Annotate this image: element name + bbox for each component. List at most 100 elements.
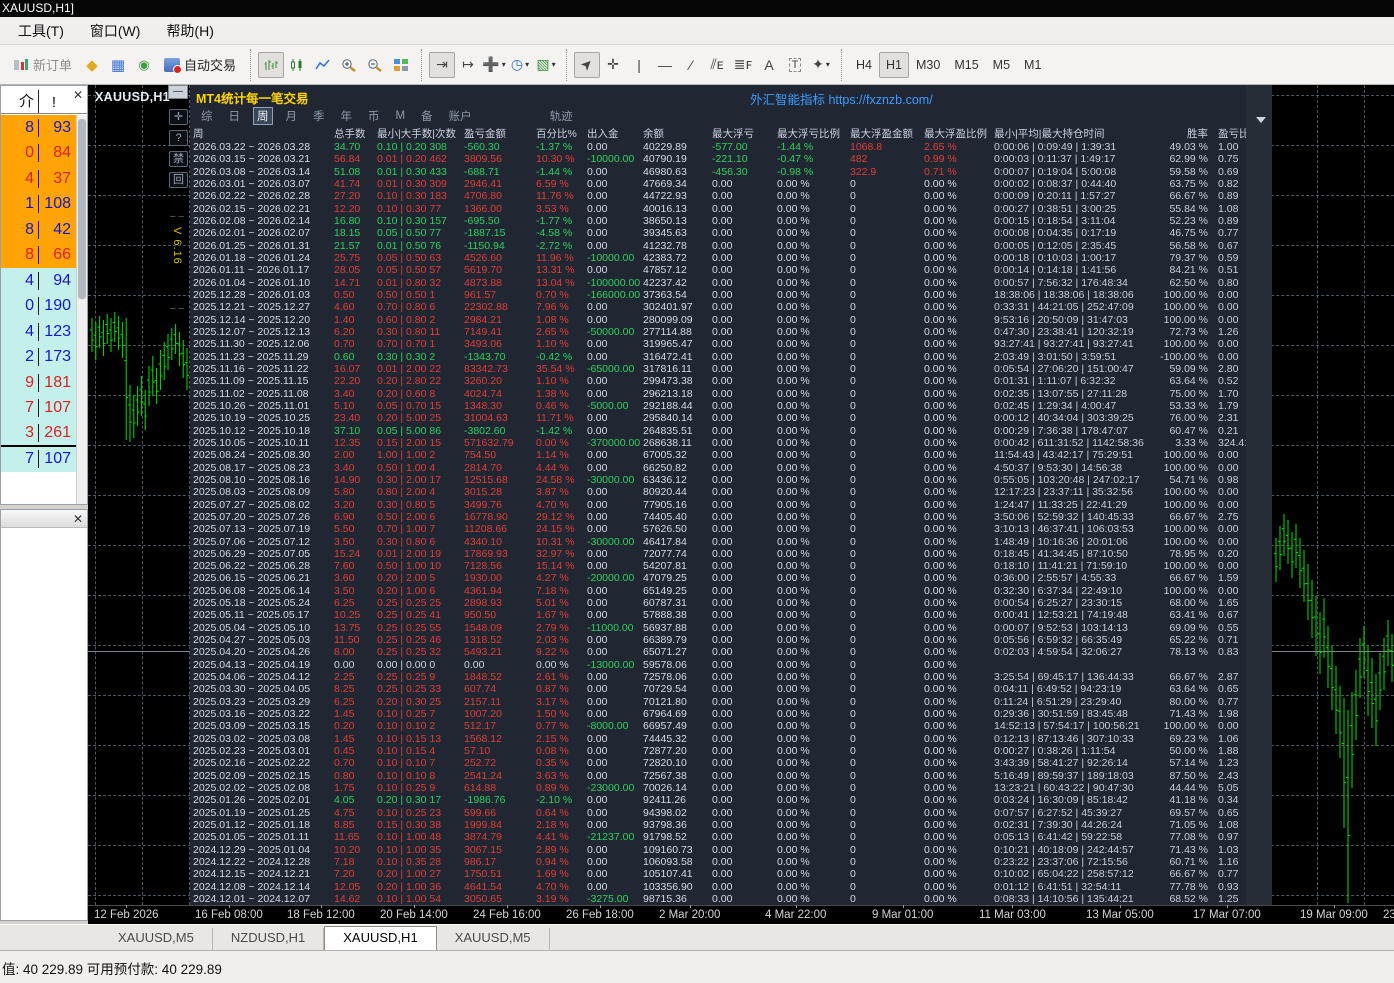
fibonacci-icon[interactable]: ≣ꜰ bbox=[730, 52, 756, 78]
vertical-line-icon[interactable]: | bbox=[626, 52, 652, 78]
stats-cell: 109160.73 bbox=[643, 843, 693, 856]
stats-cell: 2541.24 bbox=[464, 769, 502, 782]
new-order-label: 新订单 bbox=[33, 58, 73, 73]
market-watch-close-icon[interactable]: ✕ bbox=[71, 88, 85, 102]
strip-button-0[interactable]: ✛ bbox=[169, 109, 188, 125]
stats-cell: 0 bbox=[850, 276, 856, 289]
history-center-icon[interactable]: ▦ bbox=[105, 52, 131, 78]
market-watch-scrollbar[interactable] bbox=[76, 115, 87, 504]
menu-item[interactable]: 窗口(W) bbox=[90, 21, 141, 41]
stats-cell: 0.00 bbox=[712, 190, 733, 203]
stats-scroll-strip[interactable] bbox=[1246, 85, 1272, 905]
chart-tab-3[interactable]: XAUUSD,M5 bbox=[437, 928, 550, 950]
auto-scroll-icon[interactable]: ⇥ bbox=[429, 51, 456, 78]
market-watch-row[interactable]: 3 261 bbox=[1, 421, 76, 447]
stats-tab-月[interactable]: 月 bbox=[283, 108, 301, 124]
stats-cell: 0.00 % bbox=[777, 325, 810, 338]
stats-cell: 0.30 | 0.80 6 bbox=[377, 535, 436, 548]
chart-symbol-label: XAUUSD,H1 bbox=[95, 90, 170, 104]
chart-line-icon[interactable] bbox=[310, 52, 336, 78]
strip-button-2[interactable]: 禁 bbox=[169, 151, 188, 167]
channel-icon[interactable]: ⫽ᴇ bbox=[704, 52, 730, 78]
cursor-icon[interactable]: ➤ bbox=[574, 51, 601, 78]
new-order-button[interactable]: 新订单 bbox=[6, 51, 79, 79]
stats-cell: 0.71 % bbox=[924, 165, 957, 178]
indicators-add-icon[interactable]: ➕ ▾ bbox=[481, 52, 507, 78]
zoom-in-icon[interactable] bbox=[336, 52, 362, 78]
panel-minimize-button[interactable]: — bbox=[168, 85, 188, 99]
stats-cell: 0 bbox=[850, 880, 856, 893]
market-watch-row[interactable]: 7 107 bbox=[1, 395, 76, 421]
stats-tab-轨迹[interactable]: 轨迹 bbox=[547, 108, 576, 124]
horizontal-line-icon[interactable]: — bbox=[652, 52, 678, 78]
market-watch-row[interactable]: 8 93 bbox=[1, 115, 76, 141]
market-watch-row[interactable]: 2 173 bbox=[1, 344, 76, 370]
label-icon[interactable]: T bbox=[782, 52, 808, 78]
stats-cell: 71.43 % bbox=[1169, 708, 1208, 721]
chart-tab-2[interactable]: XAUUSD,H1 bbox=[324, 926, 437, 950]
chart-bars-icon[interactable] bbox=[258, 51, 285, 78]
market-watch-row[interactable]: 4 37 bbox=[1, 166, 76, 192]
stats-cell: 0:10:21 | 40:18:09 | 242:44:57 bbox=[994, 843, 1134, 856]
chart-shift-icon[interactable]: ↦ bbox=[455, 52, 481, 78]
timeframe-m15[interactable]: M15 bbox=[947, 52, 985, 78]
market-watch-row[interactable]: 4 123 bbox=[1, 319, 76, 345]
stats-cell: 0:01:31 | 1:11:07 | 6:32:32 bbox=[994, 375, 1116, 388]
templates-icon[interactable]: ▧ ▾ bbox=[533, 52, 559, 78]
chart-tab-0[interactable]: XAUUSD,M5 bbox=[100, 928, 213, 950]
timeframe-m30[interactable]: M30 bbox=[909, 52, 947, 78]
market-watch-row[interactable]: 9 181 bbox=[1, 370, 76, 396]
strip-button-1[interactable]: ? bbox=[169, 130, 188, 146]
stats-cell: 0 bbox=[850, 646, 856, 659]
symbols-icon[interactable]: ◆ bbox=[79, 52, 105, 78]
stats-cell: 7.18 % bbox=[536, 584, 569, 597]
scrollbar-thumb[interactable] bbox=[78, 119, 86, 299]
shapes-icon[interactable]: ✦ ▾ bbox=[808, 52, 834, 78]
stats-tab-年[interactable]: 年 bbox=[338, 108, 356, 124]
stats-cell: 295840.14 bbox=[643, 412, 693, 425]
market-watch-row[interactable]: 1 108 bbox=[1, 191, 76, 217]
market-watch-row[interactable]: 8 42 bbox=[1, 217, 76, 243]
stats-tab-币[interactable]: 币 bbox=[365, 108, 383, 124]
secondary-panel-close-icon[interactable]: ✕ bbox=[71, 512, 85, 526]
stats-cell: 0.00 bbox=[712, 671, 733, 684]
stats-brand-link[interactable]: 外汇智能指标 https://fxznzb.com/ bbox=[750, 89, 933, 108]
menu-item[interactable]: 工具(T) bbox=[18, 21, 64, 41]
stats-row: 2025.01.05 ~ 2025.01.11 11.65 0.10 | 1.00 … bbox=[193, 831, 1246, 843]
market-watch-row[interactable]: 7 107 bbox=[1, 446, 76, 472]
stats-tab-账户[interactable]: 账户 bbox=[446, 108, 475, 124]
stats-tab-M[interactable]: M bbox=[393, 110, 409, 122]
stats-cell: 0.00 bbox=[1218, 560, 1239, 573]
trendline-icon[interactable]: ∕ bbox=[678, 52, 704, 78]
chart-candles-icon[interactable] bbox=[284, 52, 310, 78]
stats-cell: 0.00 bbox=[587, 264, 608, 277]
timeframe-m5[interactable]: M5 bbox=[986, 52, 1017, 78]
auto-trading-button[interactable]: 自动交易 bbox=[157, 51, 243, 79]
stats-cell: 41.74 bbox=[334, 177, 361, 190]
periods-icon[interactable]: ◷ ▾ bbox=[507, 52, 533, 78]
stats-cell: 512.17 bbox=[464, 720, 497, 733]
timeframe-h1[interactable]: H1 bbox=[879, 51, 909, 78]
stats-cell: 0.00 % bbox=[777, 375, 810, 388]
stats-tab-周[interactable]: 周 bbox=[253, 106, 273, 125]
stats-tab-综[interactable]: 综 bbox=[198, 108, 216, 124]
alerts-icon[interactable]: ◉ bbox=[131, 52, 157, 78]
stats-tab-备[interactable]: 备 bbox=[418, 108, 436, 124]
stats-cell: 59.09 % bbox=[1169, 362, 1208, 375]
timeframe-h4[interactable]: H4 bbox=[849, 52, 879, 78]
tile-windows-icon[interactable] bbox=[388, 52, 414, 78]
chart-tab-1[interactable]: NZDUSD,H1 bbox=[213, 928, 325, 950]
stats-tab-日[interactable]: 日 bbox=[226, 108, 244, 124]
menu-item[interactable]: 帮助(H) bbox=[166, 21, 213, 41]
stats-tab-季[interactable]: 季 bbox=[310, 108, 328, 124]
zoom-out-icon[interactable] bbox=[362, 52, 388, 78]
text-icon[interactable]: A bbox=[756, 52, 782, 78]
stats-cell: 0.87 % bbox=[536, 683, 569, 696]
market-watch-row[interactable]: 8 66 bbox=[1, 242, 76, 268]
timeframe-m1[interactable]: M1 bbox=[1017, 52, 1048, 78]
market-watch-row[interactable]: 0 84 bbox=[1, 140, 76, 166]
market-watch-row[interactable]: 4 94 bbox=[1, 268, 76, 294]
crosshair-icon[interactable]: ✛ bbox=[600, 52, 626, 78]
strip-button-3[interactable]: 回 bbox=[169, 172, 188, 188]
market-watch-row[interactable]: 0 190 bbox=[1, 293, 76, 319]
